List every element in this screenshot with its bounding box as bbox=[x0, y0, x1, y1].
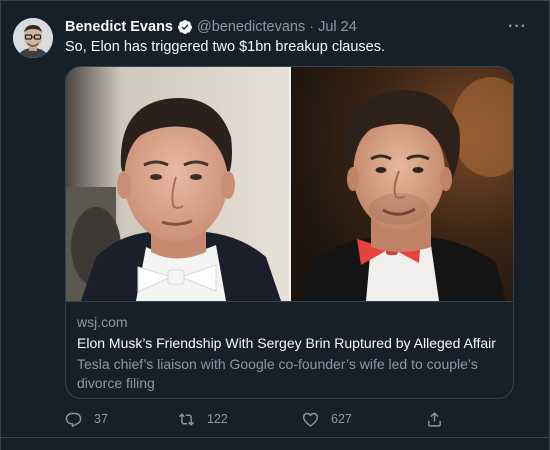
tweet-text: So, Elon has triggered two $1bn breakup … bbox=[65, 39, 386, 55]
card-domain: wsj.com bbox=[77, 314, 128, 330]
bottom-divider bbox=[1, 437, 550, 438]
author-handle[interactable]: @benedictevans bbox=[197, 19, 305, 35]
separator-dot: · bbox=[309, 19, 315, 35]
tweet-date[interactable]: Jul 24 bbox=[318, 19, 357, 35]
card-image[interactable] bbox=[66, 67, 513, 301]
action-bar: 37 122 627 bbox=[65, 407, 465, 431]
verified-badge-icon bbox=[177, 19, 193, 35]
sergey-brin-photo bbox=[291, 67, 513, 301]
more-icon[interactable]: ··· bbox=[508, 18, 527, 36]
share-button[interactable] bbox=[426, 407, 443, 431]
avatar[interactable] bbox=[13, 18, 53, 58]
tweet-header: Benedict Evans @benedictevans · Jul 24 bbox=[65, 17, 535, 37]
tweet-container[interactable]: Benedict Evans @benedictevans · Jul 24 ·… bbox=[0, 0, 550, 450]
card-title: Elon Musk’s Friendship With Sergey Brin … bbox=[77, 335, 496, 351]
reply-icon bbox=[65, 412, 82, 427]
reply-count: 37 bbox=[94, 412, 108, 426]
retweet-button[interactable]: 122 bbox=[178, 407, 228, 431]
link-card[interactable]: wsj.com Elon Musk’s Friendship With Serg… bbox=[65, 66, 514, 399]
reply-button[interactable]: 37 bbox=[65, 407, 108, 431]
card-body: wsj.com Elon Musk’s Friendship With Serg… bbox=[66, 301, 513, 398]
retweet-count: 122 bbox=[207, 412, 228, 426]
author-name[interactable]: Benedict Evans bbox=[65, 19, 173, 35]
avatar-image bbox=[13, 18, 53, 58]
top-divider bbox=[1, 0, 550, 1]
share-icon bbox=[428, 411, 441, 427]
like-button[interactable]: 627 bbox=[302, 407, 352, 431]
elon-musk-photo bbox=[66, 67, 289, 301]
retweet-icon bbox=[178, 412, 195, 426]
like-icon bbox=[302, 412, 319, 427]
like-count: 627 bbox=[331, 412, 352, 426]
card-description: Tesla chief’s liaison with Google co-fou… bbox=[77, 356, 478, 391]
